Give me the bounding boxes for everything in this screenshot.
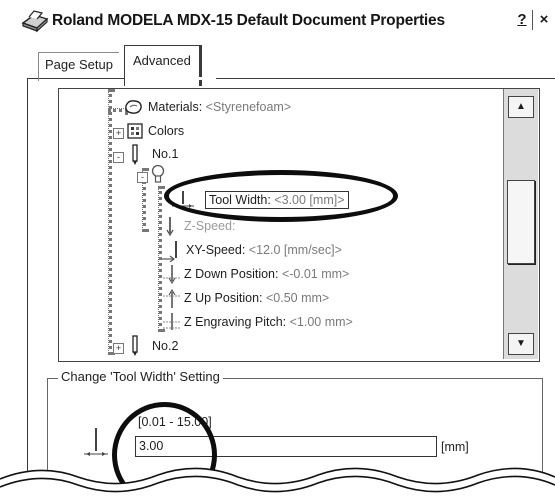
collapse-no1-toggle[interactable]: - xyxy=(113,152,124,163)
tree-item-value: <12.0 [mm/sec]> xyxy=(248,243,342,257)
close-button[interactable]: × xyxy=(534,10,554,30)
callout-ellipse xyxy=(164,170,398,222)
scroll-thumb[interactable] xyxy=(507,180,535,264)
tree-guide-line xyxy=(108,89,112,355)
colors-icon xyxy=(127,123,143,139)
z-speed-icon xyxy=(166,217,174,237)
tree-item-label: Materials: xyxy=(148,100,203,114)
materials-icon xyxy=(125,100,142,114)
help-button[interactable]: ? xyxy=(512,10,532,30)
tree-item-value: <1.00 mm> xyxy=(289,315,353,329)
tree-item-z-engraving-pitch[interactable]: Z Engraving Pitch: <1.00 mm> xyxy=(184,315,353,329)
expand-no2-toggle[interactable]: + xyxy=(113,343,124,354)
tree-item-xy-speed[interactable]: XY-Speed: <12.0 [mm/sec]> xyxy=(186,243,342,257)
tree-item-colors[interactable]: Colors xyxy=(148,124,184,138)
tree-item-label: XY-Speed: xyxy=(186,243,246,257)
tree-item-value: <-0.01 mm> xyxy=(281,267,350,281)
tab-gap xyxy=(125,77,216,80)
scroll-down-button[interactable]: ▼ xyxy=(508,333,534,355)
tree-item-label: Z Down Position: xyxy=(184,267,279,281)
pen-icon xyxy=(132,144,138,165)
title-bar: Roland MODELA MDX-15 Default Document Pr… xyxy=(0,0,555,42)
tree-item-z-speed[interactable]: Z-Speed: xyxy=(184,219,235,233)
z-pitch-icon xyxy=(163,313,181,330)
tree-item-label: Colors xyxy=(148,124,185,138)
tree-item-no1[interactable]: No.1 xyxy=(152,147,178,161)
bulb-icon xyxy=(151,164,165,183)
unit-label: [mm] xyxy=(441,440,469,454)
printer-icon xyxy=(21,10,49,33)
pen-icon xyxy=(132,335,138,356)
setting-group-label: Change 'Tool Width' Setting xyxy=(58,369,223,384)
z-up-icon xyxy=(163,288,181,308)
tree-item-materials[interactable]: Materials: <Styrenefoam> xyxy=(148,100,291,114)
xy-speed-icon xyxy=(162,241,177,262)
tab-page-setup[interactable]: Page Setup xyxy=(38,52,119,81)
titlebar-separator xyxy=(532,10,533,30)
window-title: Roland MODELA MDX-15 Default Document Pr… xyxy=(52,12,445,29)
z-down-icon xyxy=(163,265,181,285)
torn-edge-decoration xyxy=(0,467,555,497)
tree-item-value: <0.50 mm> xyxy=(266,291,330,305)
tree-item-value: <Styrenefoam> xyxy=(205,100,292,114)
collapse-tool-toggle[interactable]: - xyxy=(137,172,148,183)
tree-item-no2[interactable]: No.2 xyxy=(152,339,178,353)
dialog-window: Roland MODELA MDX-15 Default Document Pr… xyxy=(0,0,555,497)
expand-colors-toggle[interactable]: + xyxy=(113,128,124,139)
tree-item-label: No.1 xyxy=(152,147,179,161)
tree-item-z-down-position[interactable]: Z Down Position: <-0.01 mm> xyxy=(184,267,349,281)
tree-item-label: Z-Speed: xyxy=(184,219,236,233)
tree-item-z-up-position[interactable]: Z Up Position: <0.50 mm> xyxy=(184,291,329,305)
tree-item-label: Z Engraving Pitch: xyxy=(184,315,287,329)
scroll-up-button[interactable]: ▲ xyxy=(508,96,534,118)
tree-item-label: No.2 xyxy=(152,339,179,353)
tree-item-label: Z Up Position: xyxy=(184,291,263,305)
